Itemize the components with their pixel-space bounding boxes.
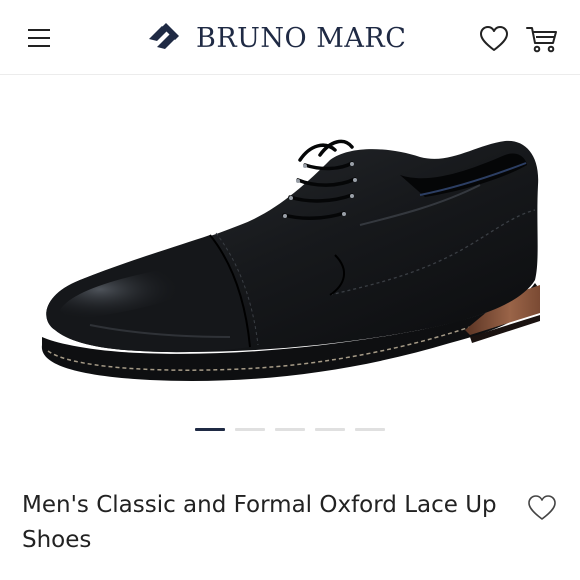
gallery-dot-2[interactable] — [235, 428, 265, 431]
brand-logo-link[interactable]: BRUNO MARC — [146, 19, 406, 57]
gallery-pagination — [0, 428, 580, 436]
product-image-gallery[interactable] — [0, 75, 580, 420]
wishlist-button[interactable] — [478, 24, 510, 54]
gallery-dot-3[interactable] — [275, 428, 305, 431]
product-image — [41, 139, 541, 381]
shopping-cart-icon — [526, 27, 557, 53]
product-title: Men's Classic and Formal Oxford Lace Up … — [22, 492, 497, 553]
gallery-dot-4[interactable] — [315, 428, 345, 431]
menu-button[interactable] — [22, 23, 56, 53]
hamburger-menu-icon — [28, 29, 50, 47]
brand-name: BRUNO MARC — [196, 22, 407, 54]
cart-button[interactable] — [525, 24, 559, 54]
gallery-dot-1[interactable] — [195, 428, 225, 431]
heart-outline-icon — [480, 26, 508, 51]
heart-outline-icon — [528, 495, 556, 520]
site-header: BRUNO MARC — [0, 0, 580, 75]
bruno-marc-logo-mark — [149, 23, 179, 49]
gallery-dot-5[interactable] — [355, 428, 385, 431]
favorite-button[interactable] — [526, 493, 558, 523]
